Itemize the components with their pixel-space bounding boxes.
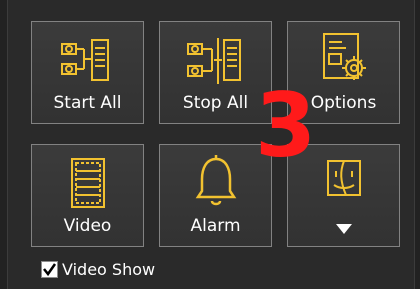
video-show-label: Video Show <box>62 260 156 279</box>
start-all-icon <box>32 36 143 84</box>
video-label: Video <box>63 216 112 236</box>
checkbox-box[interactable] <box>41 261 58 278</box>
alarm-label: Alarm <box>190 216 241 236</box>
video-button[interactable]: Video <box>31 144 144 247</box>
video-show-checkbox[interactable]: Video Show <box>41 260 155 279</box>
start-all-label: Start All <box>53 93 122 113</box>
dropdown-arrow-icon <box>288 223 399 235</box>
start-all-button[interactable]: Start All <box>31 21 144 124</box>
step-number-annotation: 3 <box>255 74 317 177</box>
video-icon <box>32 155 143 213</box>
